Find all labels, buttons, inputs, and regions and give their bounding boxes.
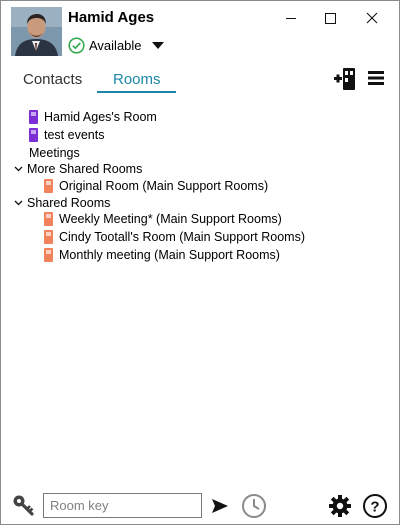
send-icon[interactable]	[211, 498, 229, 514]
clock-icon[interactable]	[241, 493, 267, 519]
room-door-icon	[44, 248, 53, 262]
svg-text:?: ?	[370, 499, 379, 516]
group-label: More Shared Rooms	[27, 162, 143, 176]
status-selector[interactable]: Available	[68, 37, 164, 54]
group-more-shared-rooms[interactable]: More Shared Rooms	[13, 162, 142, 176]
close-icon	[366, 12, 378, 24]
meetings-label: Meetings	[29, 146, 80, 160]
close-button[interactable]	[359, 6, 385, 30]
available-check-icon	[68, 37, 85, 54]
room-item[interactable]: Hamid Ages's Room	[29, 110, 157, 124]
group-shared-rooms[interactable]: Shared Rooms	[13, 196, 110, 210]
minimize-button[interactable]	[278, 6, 304, 30]
room-label: Cindy Tootall's Room (Main Support Rooms…	[59, 230, 306, 244]
room-item[interactable]: Original Room (Main Support Rooms)	[44, 179, 268, 193]
room-item[interactable]: Monthly meeting (Main Support Rooms)	[44, 248, 280, 262]
maximize-button[interactable]	[317, 6, 343, 30]
room-door-icon	[29, 110, 38, 124]
maximize-icon	[325, 13, 336, 24]
meetings-item[interactable]: Meetings	[29, 146, 80, 160]
room-door-icon	[44, 230, 53, 244]
gear-icon[interactable]	[328, 494, 352, 518]
room-door-icon	[29, 128, 38, 142]
room-item[interactable]: Weekly Meeting* (Main Support Rooms)	[44, 212, 282, 226]
minimize-icon	[286, 18, 296, 19]
tab-contacts[interactable]: Contacts	[23, 71, 82, 88]
app-window: Hamid Ages Available Contacts Rooms Hami…	[0, 0, 400, 525]
help-icon[interactable]: ?	[362, 493, 388, 519]
room-label: Weekly Meeting* (Main Support Rooms)	[59, 212, 282, 226]
tab-rooms[interactable]: Rooms	[113, 71, 161, 88]
chevron-down-icon[interactable]	[13, 166, 23, 172]
group-label: Shared Rooms	[27, 196, 111, 210]
status-label: Available	[89, 38, 142, 53]
add-room-icon[interactable]	[333, 67, 357, 91]
room-label: Original Room (Main Support Rooms)	[59, 179, 269, 193]
chevron-down-icon[interactable]	[13, 200, 23, 206]
room-key-input[interactable]	[43, 493, 202, 518]
user-name: Hamid Ages	[68, 9, 155, 26]
room-label: Hamid Ages's Room	[44, 110, 157, 124]
chevron-down-icon[interactable]	[151, 42, 164, 49]
active-tab-indicator	[97, 91, 176, 93]
room-door-icon	[44, 179, 53, 193]
menu-icon[interactable]	[367, 70, 385, 86]
room-label: Monthly meeting (Main Support Rooms)	[59, 248, 280, 262]
room-item[interactable]: test events	[29, 128, 104, 142]
room-label: test events	[44, 128, 105, 142]
room-item[interactable]: Cindy Tootall's Room (Main Support Rooms…	[44, 230, 305, 244]
key-icon[interactable]	[12, 494, 38, 516]
avatar[interactable]	[11, 7, 62, 56]
room-door-icon	[44, 212, 53, 226]
